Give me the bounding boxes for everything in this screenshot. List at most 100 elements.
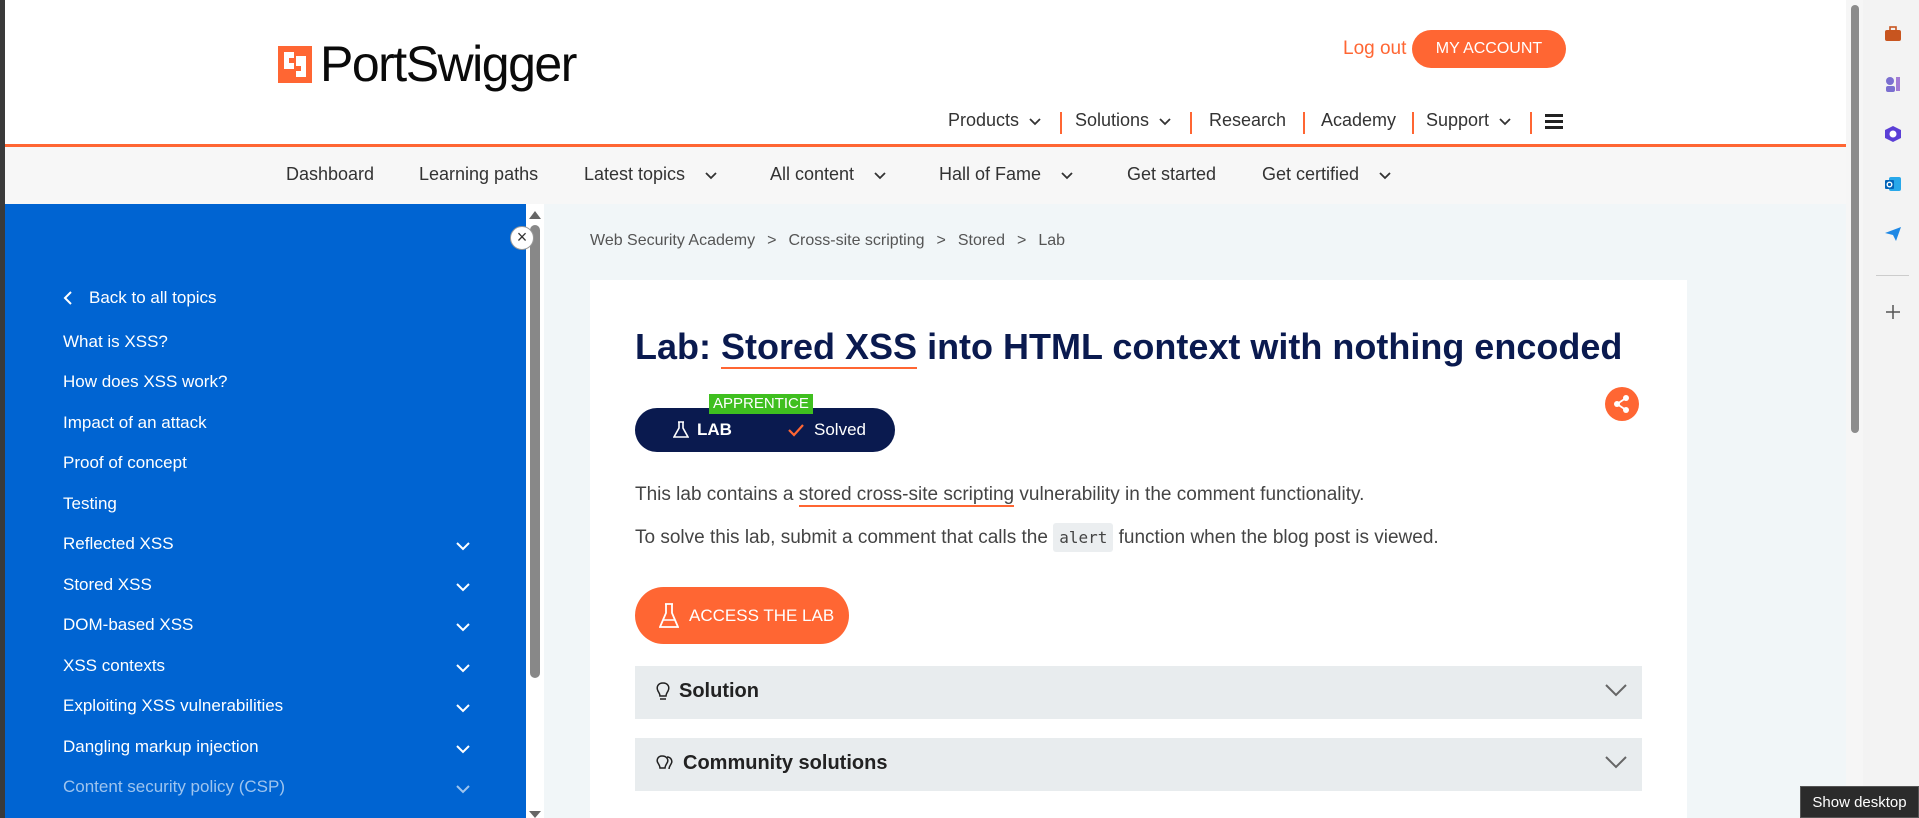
access-lab-label: ACCESS THE LAB [689, 605, 835, 625]
sidebar-item-how-does-xss-work[interactable]: How does XSS work? [63, 372, 227, 392]
chevron-down-icon[interactable] [455, 703, 471, 713]
community-solutions-accordion[interactable]: Community solutions [635, 738, 1642, 791]
page-scroll-thumb[interactable] [1851, 5, 1859, 433]
subnav-label: All content [770, 164, 855, 184]
show-desktop-tooltip: Show desktop [1800, 786, 1919, 818]
breadcrumb-lab[interactable]: Lab [1038, 232, 1065, 249]
topic-sidebar: Back to all topics What is XSS? How does… [5, 204, 526, 818]
nav-solutions[interactable]: Solutions [1075, 110, 1171, 131]
sidebar-item-xss-contexts[interactable]: XSS contexts [63, 656, 165, 676]
subnav-get-started[interactable]: Get started [1127, 164, 1216, 185]
chevron-down-icon[interactable] [455, 663, 471, 673]
lab-instructions: To solve this lab, submit a comment that… [635, 523, 1439, 552]
subnav-get-certified[interactable]: Get certified [1262, 164, 1391, 185]
nav-separator [1190, 112, 1192, 134]
chevron-down-icon[interactable] [455, 541, 471, 551]
sidebar-item-stored-xss[interactable]: Stored XSS [63, 575, 152, 595]
nav-label: Academy [1321, 110, 1397, 130]
nav-products[interactable]: Products [948, 110, 1041, 131]
flask-icon [659, 602, 679, 628]
share-icon[interactable] [1605, 387, 1639, 421]
checkmark-icon [788, 424, 804, 437]
desc-text: vulnerability in the comment functionali… [1014, 484, 1365, 505]
chevron-down-icon[interactable] [455, 744, 471, 754]
back-to-all-topics[interactable]: Back to all topics [63, 288, 217, 308]
level-badge: APPRENTICE [709, 394, 813, 414]
chess-people-icon[interactable] [1883, 74, 1903, 94]
subnav-dashboard[interactable]: Dashboard [286, 164, 374, 185]
solution-accordion[interactable]: Solution [635, 666, 1642, 719]
scroll-up-arrow-icon[interactable] [529, 211, 541, 219]
sidebar-item-csp[interactable]: Content security policy (CSP) [63, 777, 285, 797]
breadcrumb-stored[interactable]: Stored [958, 232, 1005, 249]
sidebar-item-exploiting-xss[interactable]: Exploiting XSS vulnerabilities [63, 696, 283, 716]
my-account-button[interactable]: MY ACCOUNT [1412, 30, 1566, 68]
close-sidebar-icon[interactable]: × [510, 226, 534, 250]
nav-research[interactable]: Research [1209, 110, 1286, 131]
title-prefix: Lab: [635, 326, 721, 367]
subnav-label: Dashboard [286, 164, 375, 184]
back-label: Back to all topics [89, 288, 217, 307]
sidebar-item-impact[interactable]: Impact of an attack [63, 413, 207, 433]
nav-separator [1303, 112, 1305, 134]
nav-separator [1060, 112, 1062, 134]
subnav-learning-paths[interactable]: Learning paths [419, 164, 538, 185]
subnav-latest-topics[interactable]: Latest topics [584, 164, 717, 185]
breadcrumb-academy[interactable]: Web Security Academy [590, 232, 755, 249]
chevron-left-icon [63, 291, 72, 305]
community-heading: Community solutions [655, 752, 887, 775]
sidebar-item-dom-based-xss[interactable]: DOM-based XSS [63, 615, 193, 635]
chevron-down-icon [705, 171, 717, 179]
briefcase-icon[interactable] [1883, 24, 1903, 44]
solution-label: Solution [679, 680, 759, 702]
hamburger-menu-icon[interactable] [1545, 114, 1563, 132]
title-link[interactable]: Stored XSS [721, 326, 918, 369]
subnav-label: Learning paths [419, 164, 539, 184]
add-icon[interactable] [1883, 302, 1903, 322]
stored-xss-link[interactable]: stored cross-site scripting [798, 484, 1015, 507]
copilot-icon[interactable] [1883, 124, 1903, 144]
chevron-down-icon [1379, 171, 1391, 179]
lightbulb-icon [656, 681, 670, 700]
sidebar-item-testing[interactable]: Testing [63, 494, 117, 514]
instr-text: To solve this lab, submit a comment that… [635, 527, 1054, 548]
sidebar-item-dangling-markup[interactable]: Dangling markup injection [63, 737, 259, 757]
chevron-down-icon[interactable] [455, 784, 471, 794]
breadcrumb-separator: > [1016, 232, 1027, 249]
access-lab-button[interactable]: ACCESS THE LAB [635, 587, 849, 644]
subnav-all-content[interactable]: All content [770, 164, 886, 185]
flask-icon [673, 421, 689, 438]
breadcrumb: Web Security Academy > Cross-site scriptin… [590, 232, 1077, 250]
browser-edge-sidebar [1863, 0, 1919, 818]
edge-sidebar-divider [1876, 275, 1909, 276]
subnav-hall-of-fame[interactable]: Hall of Fame [939, 164, 1073, 185]
chevron-down-icon [1159, 117, 1171, 125]
nav-label: Support [1426, 110, 1490, 130]
sidebar-scroll-thumb[interactable] [530, 225, 540, 678]
breadcrumb-separator: > [936, 232, 946, 249]
chevron-down-icon[interactable] [455, 622, 471, 632]
outlook-icon[interactable] [1883, 174, 1903, 194]
nav-label: Products [948, 110, 1020, 130]
sidebar-item-proof-of-concept[interactable]: Proof of concept [63, 453, 187, 473]
nav-label: Solutions [1075, 110, 1150, 130]
alert-code: alert [1053, 523, 1114, 552]
chevron-down-icon [1605, 684, 1627, 697]
chevron-down-icon [1499, 117, 1511, 125]
portswigger-logo[interactable]: PortSwigger [278, 39, 577, 89]
logout-link[interactable]: Log out [1343, 38, 1406, 60]
nav-academy[interactable]: Academy [1321, 110, 1396, 131]
subnav-label: Latest topics [584, 164, 686, 184]
subnav-label: Hall of Fame [939, 164, 1042, 184]
send-icon[interactable] [1883, 224, 1903, 244]
chevron-down-icon [1061, 171, 1073, 179]
lab-description: This lab contains a stored cross-site sc… [635, 484, 1365, 507]
sidebar-item-reflected-xss[interactable]: Reflected XSS [63, 534, 174, 554]
page-title: Lab: Stored XSS into HTML context with n… [635, 326, 1622, 369]
nav-support[interactable]: Support [1426, 110, 1511, 131]
scroll-down-arrow-icon[interactable] [529, 811, 541, 818]
chevron-down-icon[interactable] [455, 582, 471, 592]
solution-heading: Solution [655, 680, 759, 703]
breadcrumb-xss[interactable]: Cross-site scripting [788, 232, 924, 249]
sidebar-item-what-is-xss[interactable]: What is XSS? [63, 332, 168, 352]
